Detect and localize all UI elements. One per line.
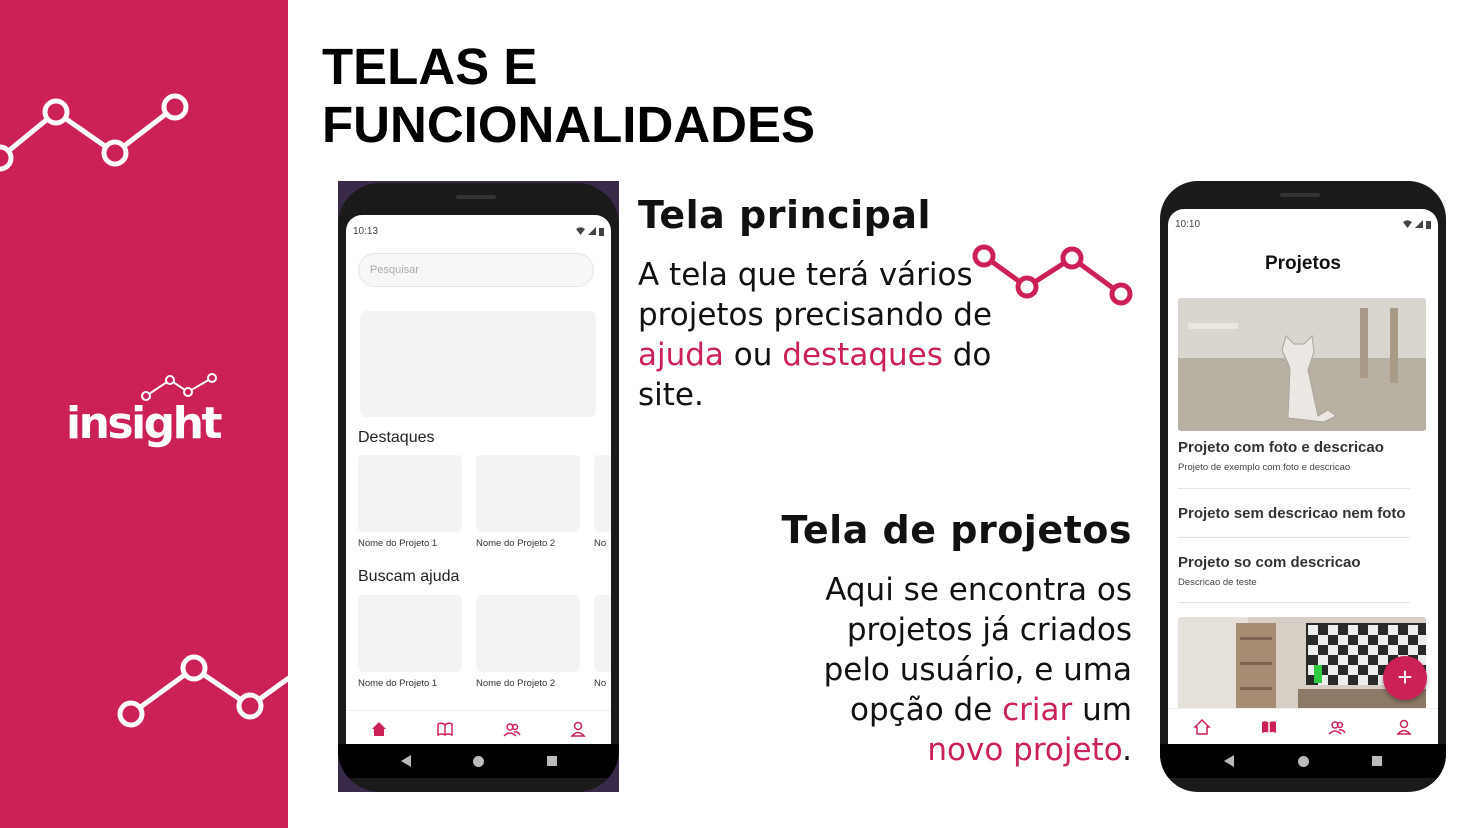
book-icon[interactable]: [436, 720, 454, 738]
wifi-icon: [576, 227, 585, 235]
bottom-tab-bar: [1168, 708, 1438, 744]
project-card-label: Nome do Projeto 2: [476, 678, 556, 689]
phone-projects: 10:10 Projetos Projeto com foto e descri…: [1160, 181, 1446, 792]
project-title[interactable]: Projeto com foto e descricao: [1178, 439, 1384, 456]
main-screen: 10:13 Pesquisar Destaques Nome do Projet…: [346, 215, 611, 746]
project-description: Descricao de teste: [1178, 577, 1257, 588]
project-title[interactable]: Projeto so com descricao: [1178, 554, 1361, 571]
signal-icon: [588, 227, 596, 235]
home-icon[interactable]: [370, 720, 388, 738]
status-time: 10:10: [1175, 218, 1201, 230]
status-icons: [576, 227, 604, 236]
status-time: 10:13: [353, 225, 379, 237]
back-icon[interactable]: [400, 755, 411, 767]
home-button-icon[interactable]: [1297, 755, 1309, 767]
bottom-tab-bar: [346, 710, 611, 746]
buscam-ajuda-title: Buscam ajuda: [358, 568, 460, 585]
back-icon[interactable]: [1223, 755, 1234, 767]
highlight-ajuda: ajuda: [638, 337, 724, 373]
logo-text: insight: [66, 398, 223, 449]
project-card-label: Nome do Projeto 1: [358, 678, 438, 689]
project-card[interactable]: [358, 455, 462, 532]
status-icons: [1403, 220, 1431, 229]
project-title[interactable]: Projeto sem descricao nem foto: [1178, 505, 1406, 522]
list-divider: [1178, 602, 1410, 603]
speaker-grille: [1280, 193, 1320, 197]
book-icon[interactable]: [1260, 718, 1278, 736]
phone-main: 10:13 Pesquisar Destaques Nome do Projet…: [338, 183, 619, 792]
project-card-label: Nome do Projeto 1: [358, 538, 438, 549]
highlight-destaques: destaques: [782, 337, 943, 373]
brand-sidebar: insight: [0, 0, 288, 828]
project-card-partial[interactable]: [594, 595, 611, 672]
project-card[interactable]: [358, 595, 462, 672]
signal-icon: [1415, 220, 1423, 228]
home-button-icon[interactable]: [473, 755, 484, 767]
list-divider: [1178, 537, 1410, 538]
line-graph-decoration: [0, 93, 189, 172]
android-nav-bar: [1160, 744, 1446, 778]
users-icon[interactable]: [1328, 718, 1346, 736]
cat-photo-image: [1178, 298, 1426, 431]
section-heading-projects-screen: Tela de projetos: [781, 508, 1132, 552]
recents-icon[interactable]: [1372, 756, 1383, 766]
section-text-projects-screen: Aqui se encontra os projetos já criados …: [823, 572, 1132, 768]
section-text-main-screen: A tela que terá vários projetos precisan…: [638, 257, 993, 413]
status-bar: 10:10: [1168, 209, 1438, 239]
home-icon[interactable]: [1192, 718, 1211, 736]
project-description: Projeto de exemplo com foto e descricao: [1178, 462, 1351, 473]
project-card-label-partial: No: [594, 678, 607, 689]
line-graph-decoration-bottom: [117, 654, 288, 728]
destaques-title: Destaques: [358, 429, 435, 446]
recents-icon[interactable]: [546, 756, 557, 766]
status-bar: 10:13: [346, 215, 611, 247]
highlight-novo-projeto: novo projeto: [927, 732, 1123, 768]
project-photo[interactable]: [1178, 298, 1426, 431]
battery-icon: [1426, 220, 1431, 229]
user-icon[interactable]: [1395, 718, 1413, 736]
wifi-icon: [1403, 220, 1412, 228]
highlight-criar: criar: [1002, 692, 1073, 728]
project-card[interactable]: [476, 595, 580, 672]
users-icon[interactable]: [503, 720, 521, 738]
section-heading-main-screen: Tela principal: [638, 193, 931, 237]
banner-placeholder[interactable]: [360, 311, 596, 417]
add-project-button[interactable]: +: [1383, 656, 1427, 700]
battery-icon: [599, 227, 604, 236]
user-icon[interactable]: [569, 720, 587, 738]
search-input[interactable]: Pesquisar: [358, 253, 594, 287]
list-divider: [1178, 488, 1410, 489]
project-card-label-partial: No: [594, 538, 607, 549]
line-graph-decoration-pink: [972, 244, 1133, 306]
page-title: Projetos: [1264, 253, 1342, 274]
speaker-grille: [456, 195, 496, 199]
slide-title: TELAS E FUNCIONALIDADES: [322, 38, 815, 153]
projects-screen: 10:10 Projetos Projeto com foto e descri…: [1168, 209, 1438, 744]
project-card-partial[interactable]: [594, 455, 611, 532]
project-card-label: Nome do Projeto 2: [476, 538, 556, 549]
project-card[interactable]: [476, 455, 580, 532]
android-nav-bar: [338, 744, 619, 778]
